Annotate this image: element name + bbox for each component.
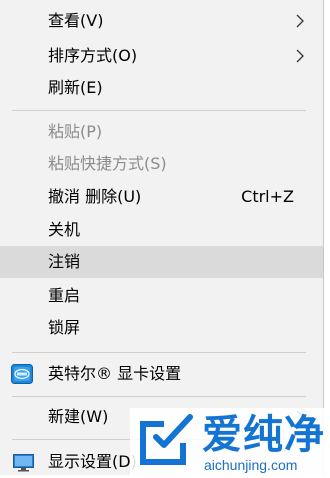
menu-item-lock-screen[interactable]: 锁屏	[0, 312, 323, 344]
menu-item-paste-shortcut[interactable]: 粘贴快捷方式(S)	[0, 148, 323, 180]
watermark-url: aichunjing.com	[204, 457, 298, 473]
shortcut-label: Ctrl+Z	[241, 187, 294, 206]
menu-item-intel-graphics-settings[interactable]: 英特尔® 显卡设置	[0, 358, 323, 390]
menu-item-sort-by[interactable]: 排序方式(O)	[0, 40, 323, 72]
watermark-title: 爱纯净	[202, 412, 325, 458]
menu-separator	[12, 352, 306, 353]
menu-item-view[interactable]: 查看(V)	[0, 5, 323, 37]
desktop-background	[324, 0, 330, 475]
intel-graphics-icon	[11, 364, 33, 384]
context-menu: 查看(V) 排序方式(O) 刷新(E) 粘贴(P) 粘贴快捷方式(S) 撤消 删…	[0, 0, 324, 475]
menu-item-undo-delete[interactable]: 撤消 删除(U) Ctrl+Z	[0, 181, 323, 213]
aichunjing-logo-icon	[140, 414, 193, 465]
chevron-right-icon	[296, 14, 304, 28]
watermark: 爱纯净 aichunjing.com	[130, 408, 330, 475]
display-settings-icon	[13, 454, 34, 472]
menu-item-paste[interactable]: 粘贴(P)	[0, 116, 323, 148]
menu-separator	[12, 396, 306, 397]
menu-item-shutdown[interactable]: 关机	[0, 214, 323, 246]
menu-separator	[12, 110, 306, 111]
menu-item-restart[interactable]: 重启	[0, 280, 323, 312]
menu-item-sign-out[interactable]: 注销	[0, 246, 323, 278]
menu-item-refresh[interactable]: 刷新(E)	[0, 72, 323, 104]
chevron-right-icon	[296, 49, 304, 63]
